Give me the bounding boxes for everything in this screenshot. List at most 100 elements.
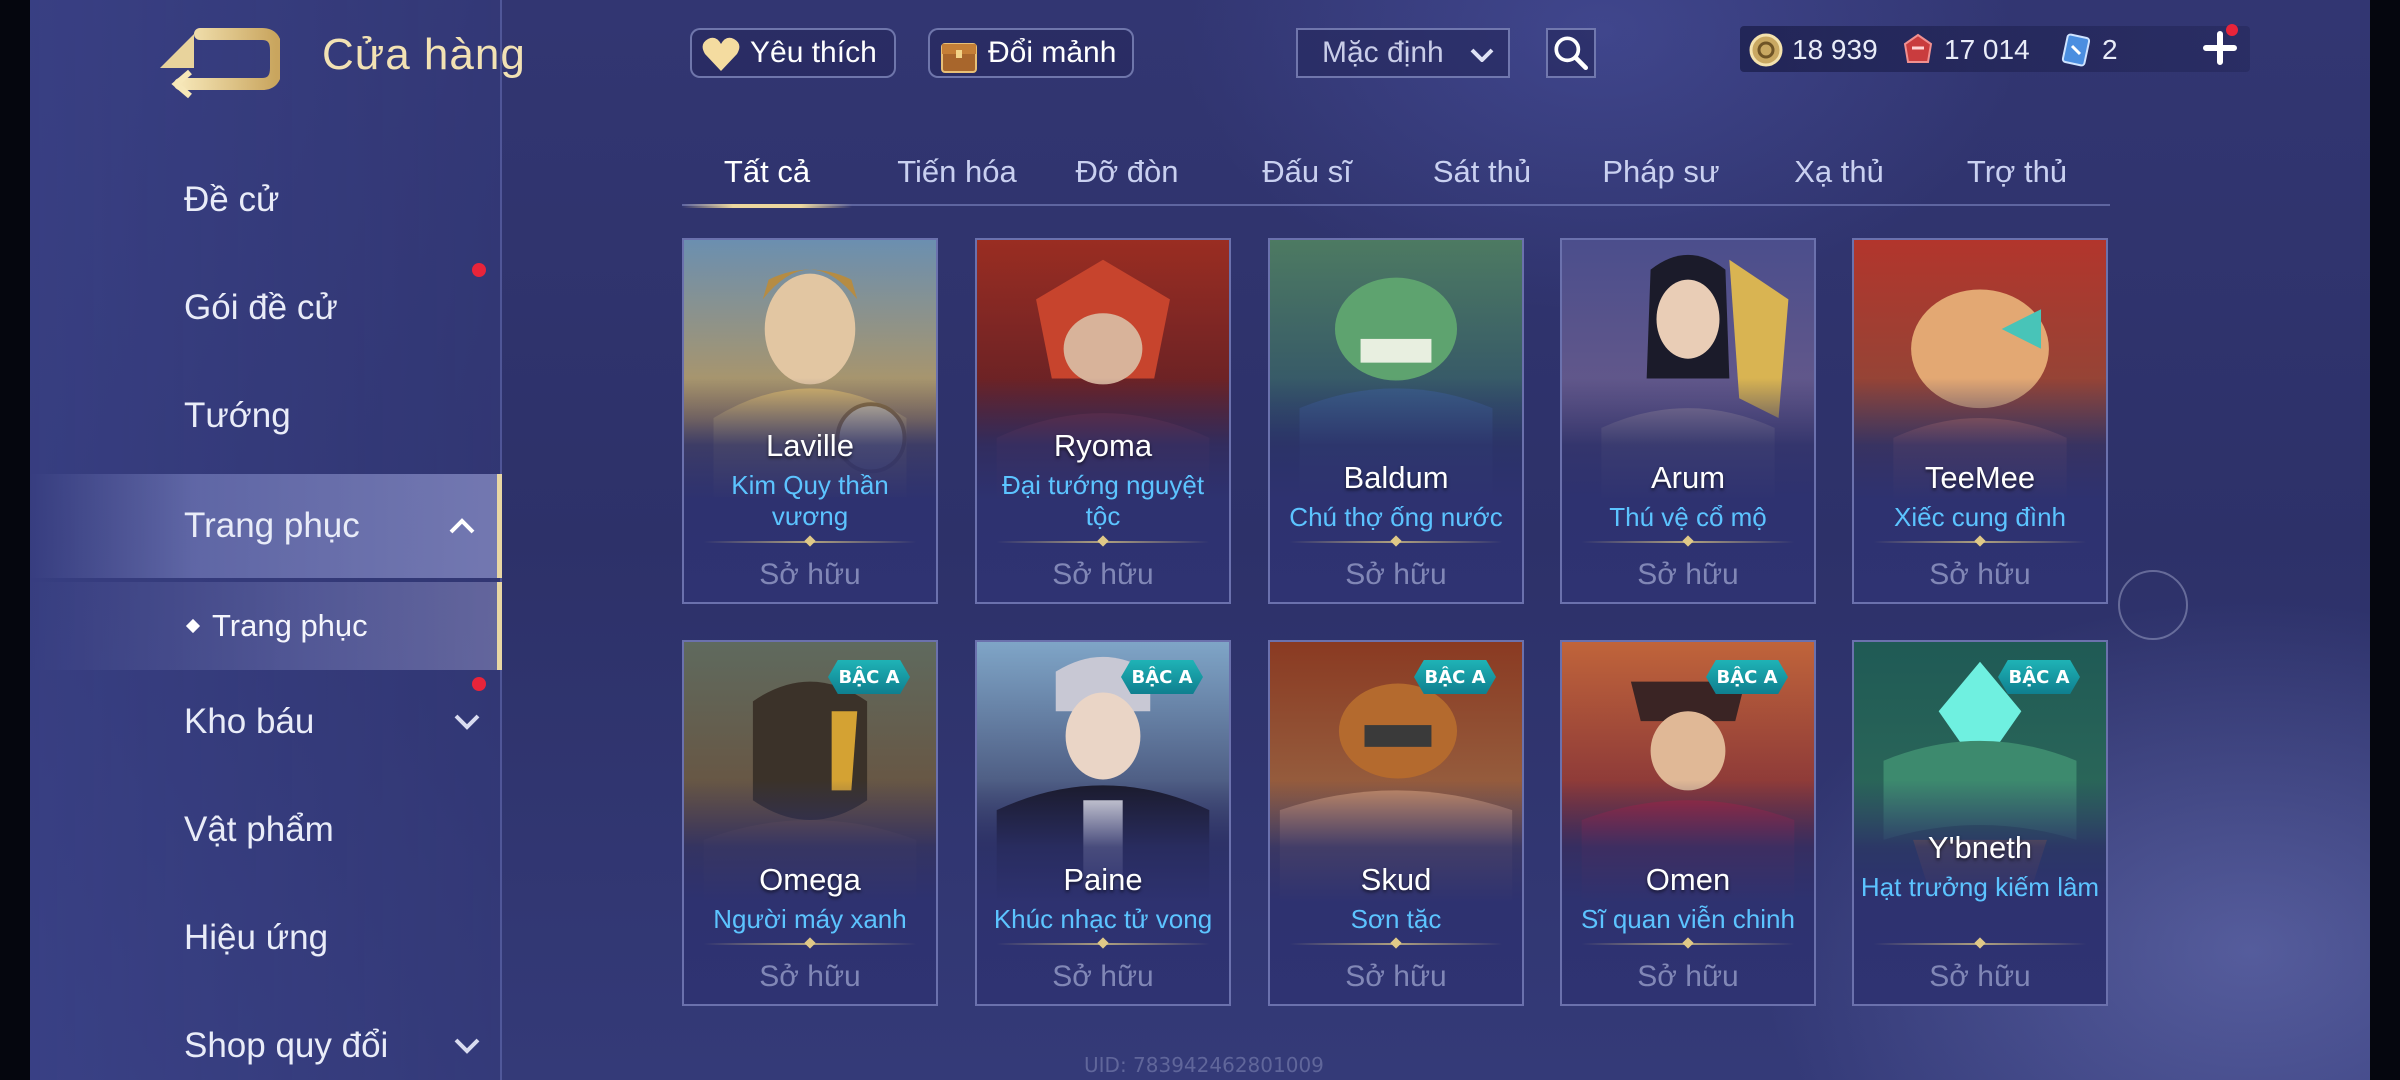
back-arrow-icon[interactable]: [150, 20, 280, 100]
sidebar-item-label: Shop quy đổi: [184, 1026, 389, 1065]
tier-badge: BẬC A: [1998, 660, 2080, 694]
chevron-down-icon: [1470, 48, 1494, 62]
skin-name: Thú vệ cổ mộ: [1609, 502, 1767, 532]
skin-name: Khúc nhạc tử vong: [993, 904, 1213, 934]
screen-bezel-left: [0, 0, 30, 1080]
card-divider: [1874, 943, 2086, 945]
heart-icon: [702, 37, 740, 71]
tier-badge: BẬC A: [1121, 660, 1203, 694]
skin-name: Sơn tặc: [1350, 904, 1442, 934]
gold-amount: 18 939: [1792, 34, 1878, 65]
skin-card[interactable]: Ryoma Đại tướng nguyệt tộc Sở hữu: [975, 238, 1231, 604]
skin-name: Xiếc cung đình: [1893, 502, 2066, 532]
skin-card[interactable]: BẬC A Skud Sơn tặc Sở hữu: [1268, 640, 1524, 1006]
tier-badge: BẬC A: [1414, 660, 1496, 694]
sort-dropdown[interactable]: Mặc định: [1296, 28, 1510, 78]
hero-name: Omen: [1645, 862, 1731, 897]
tab-marksman[interactable]: Xạ thủ: [1754, 140, 1924, 204]
skin-card[interactable]: Baldum Chú thợ ống nước Sở hữu: [1268, 238, 1524, 604]
card-divider: [1290, 943, 1502, 945]
hero-name: Ryoma: [1053, 428, 1153, 463]
tier-badge: BẬC A: [828, 660, 910, 694]
card-divider: [1582, 541, 1794, 543]
tab-fighter[interactable]: Đấu sĩ: [1222, 140, 1392, 204]
skin-name: Kim Quy thần vương: [731, 470, 889, 531]
sidebar-subitem-label: Trang phục: [212, 608, 368, 643]
sidebar-item-heroes[interactable]: Tướng: [30, 366, 502, 466]
sidebar-item-treasure[interactable]: Kho báu: [30, 672, 502, 772]
card-divider: [1582, 943, 1794, 945]
favorite-button[interactable]: Yêu thích: [690, 28, 896, 78]
sidebar-item-recommended[interactable]: Đề cử: [30, 150, 502, 250]
chevron-down-icon: [454, 714, 480, 730]
gold-coin-icon: [1749, 33, 1783, 67]
sidebar-item-label: Đề cử: [184, 180, 280, 219]
hero-name: Paine: [1063, 862, 1143, 897]
category-tabs: Tất cả Tiến hóa Đỡ đòn Đấu sĩ Sát thủ Ph…: [682, 140, 2110, 208]
skin-name: Người máy xanh: [713, 904, 907, 934]
sidebar-subitem-skins[interactable]: Trang phục: [30, 582, 502, 670]
page-title: Cửa hàng: [322, 30, 526, 79]
skin-name: Hạt trưởng kiếm lâm: [1860, 872, 2100, 902]
skin-card[interactable]: BẬC A Y'bneth Hạt trưởng kiếm lâm Sở hữu: [1852, 640, 2108, 1006]
tab-mage[interactable]: Pháp sư: [1576, 140, 1746, 204]
uid-watermark: UID: 783942462801009: [1084, 1053, 1324, 1077]
ticket-amount: 2: [2102, 34, 2118, 65]
tab-all[interactable]: Tất cả: [682, 140, 852, 208]
sidebar-item-recommended-packs[interactable]: Gói đề cử: [30, 258, 502, 358]
sidebar-item-items[interactable]: Vật phẩm: [30, 780, 502, 880]
exchange-shards-button[interactable]: Đổi mảnh: [928, 28, 1134, 78]
hero-name: Baldum: [1343, 460, 1449, 495]
store-screen: Cửa hàng Đề cử Gói đề cử Tướng Trang phụ…: [0, 0, 2400, 1080]
search-button[interactable]: [1546, 28, 1596, 78]
card-divider: [997, 943, 1209, 945]
owned-status: Sở hữu: [759, 558, 861, 591]
voucher-amount: 17 014: [1944, 34, 2030, 65]
skin-card[interactable]: BẬC A Paine Khúc nhạc tử vong Sở hữu: [975, 640, 1231, 1006]
skin-card[interactable]: BẬC A Omega Người máy xanh Sở hữu: [682, 640, 938, 1006]
chevron-up-icon: [449, 518, 475, 534]
tier-badge: BẬC A: [1706, 660, 1788, 694]
owned-status: Sở hữu: [1637, 960, 1739, 993]
notification-dot: [2226, 24, 2238, 36]
owned-status: Sở hữu: [1637, 558, 1739, 591]
tab-evolution[interactable]: Tiến hóa: [872, 140, 1042, 204]
skin-card[interactable]: BẬC A Omen Sĩ quan viễn chinh Sở hữu: [1560, 640, 1816, 1006]
sidebar-item-effects[interactable]: Hiệu ứng: [30, 888, 502, 988]
search-icon: [1554, 36, 1589, 71]
card-divider: [997, 541, 1209, 543]
ticket-balance: 2: [2058, 28, 2118, 72]
skin-name: Đại tướng nguyệt tộc: [1001, 470, 1205, 531]
sort-selected-value: Mặc định: [1322, 36, 1444, 69]
sidebar-item-label: Trang phục: [184, 506, 360, 545]
floating-assist-button[interactable]: [2118, 570, 2188, 640]
skin-card[interactable]: Laville Kim Quy thần vương Sở hữu: [682, 238, 938, 604]
hero-name: Omega: [759, 862, 861, 897]
skin-card[interactable]: TeeMee Xiếc cung đình Sở hữu: [1852, 238, 2108, 604]
favorite-label: Yêu thích: [750, 36, 877, 69]
hero-name: Skud: [1360, 862, 1432, 897]
owned-status: Sở hữu: [1052, 960, 1154, 993]
tab-support[interactable]: Trợ thủ: [1932, 140, 2102, 204]
notification-dot: [472, 677, 486, 691]
sidebar-item-label: Vật phẩm: [184, 810, 334, 849]
owned-status: Sở hữu: [1929, 558, 2031, 591]
owned-status: Sở hữu: [1345, 558, 1447, 591]
owned-status: Sở hữu: [1052, 558, 1154, 591]
hero-name: TeeMee: [1924, 460, 2036, 495]
sidebar-item-label: Gói đề cử: [184, 288, 338, 327]
notification-dot: [472, 263, 486, 277]
skin-card[interactable]: Arum Thú vệ cổ mộ Sở hữu: [1560, 238, 1816, 604]
sidebar-item-skins[interactable]: Trang phục: [30, 474, 502, 578]
ticket-icon: [2061, 33, 2091, 67]
hero-name: Arum: [1650, 460, 1726, 495]
card-divider: [704, 943, 916, 945]
chest-icon: [941, 43, 977, 73]
gold-balance: 18 939: [1748, 28, 1878, 72]
tab-tank[interactable]: Đỡ đòn: [1042, 140, 1212, 204]
card-divider: [1290, 541, 1502, 543]
chevron-down-icon: [454, 1038, 480, 1054]
voucher-balance: 17 014: [1900, 28, 2030, 72]
tab-assassin[interactable]: Sát thủ: [1397, 140, 1567, 204]
sidebar-item-exchange-shop[interactable]: Shop quy đổi: [30, 996, 502, 1080]
